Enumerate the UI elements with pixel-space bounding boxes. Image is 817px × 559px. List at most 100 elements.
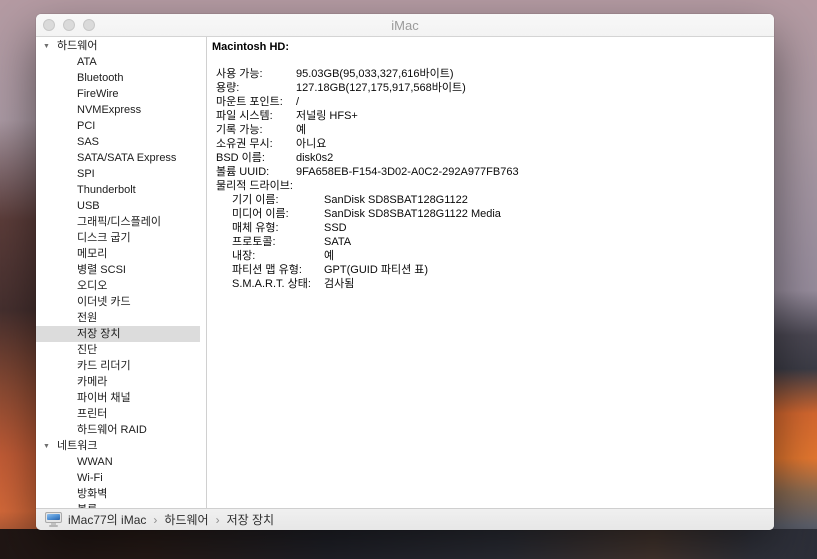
field-label: 마운트 포인트: — [216, 95, 296, 109]
sidebar-item-nvmexpress[interactable]: NVMExpress — [36, 102, 206, 118]
sidebar-item-volumes[interactable]: 볼륨 — [36, 502, 206, 508]
field-row: 파일 시스템:저널링 HFS+ — [216, 109, 774, 123]
sidebar-item-parallel-scsi[interactable]: 병렬 SCSI — [36, 262, 206, 278]
field-value: 9FA658EB-F154-3D02-A0C2-292A977FB763 — [296, 165, 519, 179]
field-row: 마운트 포인트:/ — [216, 95, 774, 109]
field-row: 파티션 맵 유형:GPT(GUID 파티션 표) — [232, 263, 774, 277]
sidebar-item-wifi[interactable]: Wi-Fi — [36, 470, 206, 486]
field-label: 내장: — [232, 249, 324, 263]
sidebar-item-ethernet-cards[interactable]: 이더넷 카드 — [36, 294, 206, 310]
field-label: 기록 가능: — [216, 123, 296, 137]
field-label: 파일 시스템: — [216, 109, 296, 123]
sidebar-item-printers[interactable]: 프린터 — [36, 406, 206, 422]
field-label: BSD 이름: — [216, 151, 296, 165]
sidebar-section-label: 하드웨어 — [57, 40, 97, 52]
field-label: 기기 이름: — [232, 193, 324, 207]
sidebar-item-audio[interactable]: 오디오 — [36, 278, 206, 294]
sidebar-item-card-reader[interactable]: 카드 리더기 — [36, 358, 206, 374]
field-row: BSD 이름:disk0s2 — [216, 151, 774, 165]
field-value: SanDisk SD8SBAT128G1122 Media — [324, 207, 501, 221]
field-value: disk0s2 — [296, 151, 333, 165]
traffic-lights — [43, 14, 95, 36]
field-label: 프로토콜: — [232, 235, 324, 249]
field-value: / — [296, 95, 299, 109]
sidebar-item-wwan[interactable]: WWAN — [36, 454, 206, 470]
sidebar-item-sas[interactable]: SAS — [36, 134, 206, 150]
field-label: 파티션 맵 유형: — [232, 263, 324, 277]
sidebar-section-hardware[interactable]: ▼하드웨어 — [36, 38, 206, 54]
field-row: 미디어 이름:SanDisk SD8SBAT128G1122 Media — [232, 207, 774, 221]
title-bar[interactable]: iMac — [36, 14, 774, 37]
detail-pane: Macintosh HD: 사용 가능:95.03GB(95,033,327,6… — [207, 37, 774, 508]
sidebar-item-memory[interactable]: 메모리 — [36, 246, 206, 262]
field-row: 내장:예 — [232, 249, 774, 263]
field-value: 저널링 HFS+ — [296, 109, 358, 123]
field-label: 소유권 무시: — [216, 137, 296, 151]
sidebar-item-fibre-channel[interactable]: 파이버 채널 — [36, 390, 206, 406]
field-value: 아니요 — [296, 137, 326, 151]
field-row: 용량:127.18GB(127,175,917,568바이트) — [216, 81, 774, 95]
field-value: GPT(GUID 파티션 표) — [324, 263, 428, 277]
sidebar-item-power[interactable]: 전원 — [36, 310, 206, 326]
breadcrumb-separator: › — [216, 513, 220, 527]
minimize-button[interactable] — [63, 19, 75, 31]
sidebar-section-network[interactable]: ▼네트워크 — [36, 438, 206, 454]
sidebar-item-usb[interactable]: USB — [36, 198, 206, 214]
sidebar-section-label: 네트워크 — [57, 440, 97, 452]
sidebar-item-ata[interactable]: ATA — [36, 54, 206, 70]
breadcrumb-storage: 저장 장치 — [227, 511, 275, 528]
sidebar-item-sata[interactable]: SATA/SATA Express — [36, 150, 206, 166]
field-row: 사용 가능:95.03GB(95,033,327,616바이트) — [216, 67, 774, 81]
field-value: SATA — [324, 235, 351, 249]
field-label: 매체 유형: — [232, 221, 324, 235]
close-button[interactable] — [43, 19, 55, 31]
field-value: 95.03GB(95,033,327,616바이트) — [296, 67, 454, 81]
sidebar-item-disc-burning[interactable]: 디스크 굽기 — [36, 230, 206, 246]
field-value: SanDisk SD8SBAT128G1122 — [324, 193, 468, 207]
system-information-window: iMac ▼하드웨어 ATA Bluetooth FireWire NVMExp… — [36, 14, 774, 530]
category-sidebar[interactable]: ▼하드웨어 ATA Bluetooth FireWire NVMExpress … — [36, 37, 206, 508]
disclosure-triangle-icon[interactable]: ▼ — [43, 39, 57, 55]
wallpaper-bottom-rocks — [0, 529, 817, 559]
field-row: 소유권 무시:아니요 — [216, 137, 774, 151]
field-row: 기록 가능:예 — [216, 123, 774, 137]
sidebar-item-graphics-displays[interactable]: 그래픽/디스플레이 — [36, 214, 206, 230]
volume-title: Macintosh HD: — [212, 40, 774, 54]
field-label: S.M.A.R.T. 상태: — [232, 277, 324, 291]
window-body: ▼하드웨어 ATA Bluetooth FireWire NVMExpress … — [36, 37, 774, 508]
sidebar-item-firewall[interactable]: 방화벽 — [36, 486, 206, 502]
field-value: 예 — [296, 123, 306, 137]
field-label: 사용 가능: — [216, 67, 296, 81]
sidebar-item-diagnostics[interactable]: 진단 — [36, 342, 206, 358]
sidebar-item-pci[interactable]: PCI — [36, 118, 206, 134]
field-row: 프로토콜:SATA — [232, 235, 774, 249]
field-value: 예 — [324, 249, 334, 263]
disclosure-triangle-icon[interactable]: ▼ — [43, 439, 57, 455]
field-label: 용량: — [216, 81, 296, 95]
sidebar-item-hardware-raid[interactable]: 하드웨어 RAID — [36, 422, 206, 438]
field-row: 기기 이름:SanDisk SD8SBAT128G1122 — [232, 193, 774, 207]
sidebar-item-spi[interactable]: SPI — [36, 166, 206, 182]
sidebar-item-bluetooth[interactable]: Bluetooth — [36, 70, 206, 86]
sidebar-item-camera[interactable]: 카메라 — [36, 374, 206, 390]
imac-computer-icon — [45, 512, 62, 527]
field-value: SSD — [324, 221, 347, 235]
sidebar-item-firewire[interactable]: FireWire — [36, 86, 206, 102]
field-label: 미디어 이름: — [232, 207, 324, 221]
field-row: 볼륨 UUID:9FA658EB-F154-3D02-A0C2-292A977F… — [216, 165, 774, 179]
breadcrumb-hardware: 하드웨어 — [164, 511, 208, 528]
wallpaper-right-mountain — [773, 0, 817, 559]
breadcrumb-computer-name: iMac77의 iMac — [68, 511, 146, 528]
field-row: 매체 유형:SSD — [232, 221, 774, 235]
field-row: S.M.A.R.T. 상태:검사됨 — [232, 277, 774, 291]
physical-drive-section-label: 물리적 드라이브: — [216, 179, 774, 193]
zoom-button[interactable] — [83, 19, 95, 31]
field-label: 볼륨 UUID: — [216, 165, 296, 179]
breadcrumb-separator: › — [153, 513, 157, 527]
window-title: iMac — [391, 18, 418, 33]
sidebar-item-thunderbolt[interactable]: Thunderbolt — [36, 182, 206, 198]
field-value: 127.18GB(127,175,917,568바이트) — [296, 81, 466, 95]
sidebar-item-storage[interactable]: 저장 장치 — [36, 326, 206, 342]
field-value: 검사됨 — [324, 277, 354, 291]
status-bar: iMac77의 iMac › 하드웨어 › 저장 장치 — [36, 508, 774, 530]
